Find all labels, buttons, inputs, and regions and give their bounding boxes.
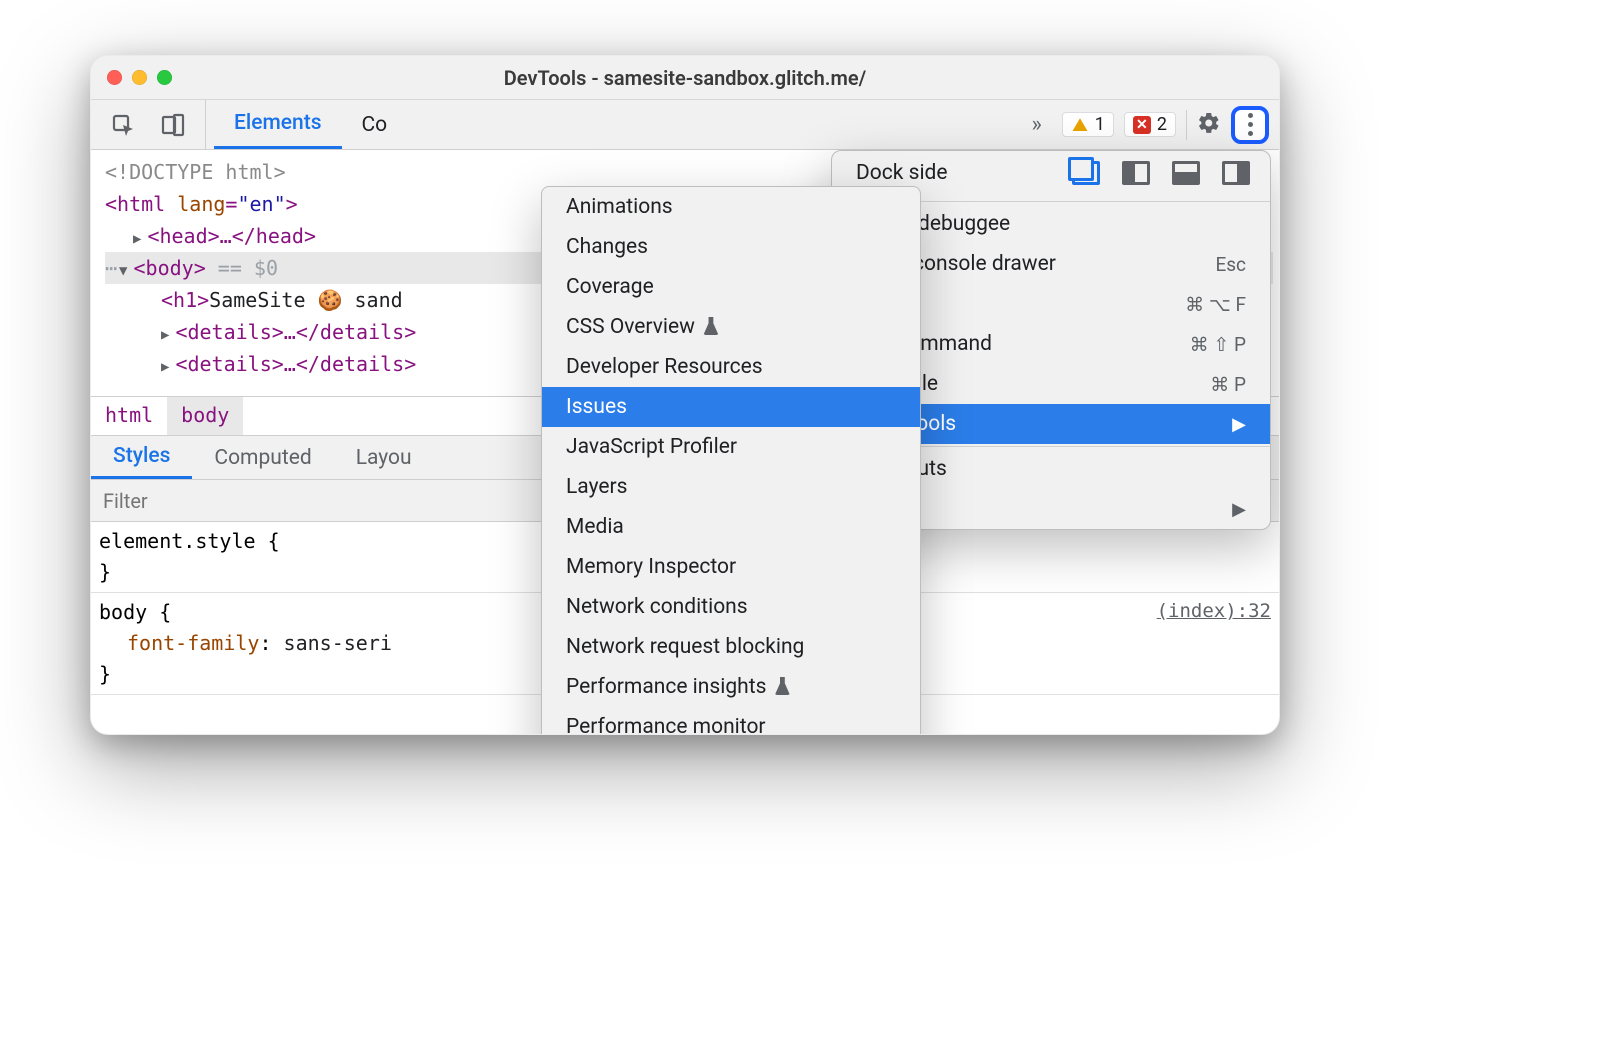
separator: [1186, 110, 1187, 140]
titlebar: DevTools - samesite-sandbox.glitch.me/: [91, 56, 1279, 100]
dom-details-2[interactable]: <details>…</details>: [175, 352, 416, 376]
inspect-element-icon[interactable]: [109, 111, 137, 139]
dom-h1-text: SameSite 🍪 sand: [209, 288, 402, 312]
submenu-item-coverage[interactable]: Coverage: [542, 267, 920, 307]
rule-source-link[interactable]: (index):32: [1157, 597, 1271, 626]
expand-details1-icon[interactable]: [161, 320, 175, 344]
device-toolbar-icon[interactable]: [159, 111, 187, 139]
error-icon: ✕: [1133, 116, 1151, 134]
submenu-item-network-request-blocking[interactable]: Network request blocking: [542, 627, 920, 667]
dock-left-button[interactable]: [1122, 161, 1150, 185]
submenu-arrow-icon: ▶: [1232, 414, 1246, 435]
warning-icon: [1071, 116, 1089, 134]
errors-count: 2: [1157, 114, 1167, 135]
submenu-item-memory-inspector[interactable]: Memory Inspector: [542, 547, 920, 587]
more-tools-submenu: AnimationsChangesCoverageCSS OverviewDev…: [541, 186, 921, 735]
dom-details-1[interactable]: <details>…</details>: [175, 320, 416, 344]
submenu-item-javascript-profiler[interactable]: JavaScript Profiler: [542, 427, 920, 467]
submenu-item-performance-insights[interactable]: Performance insights: [542, 667, 920, 707]
dom-head[interactable]: <head>…</head>: [147, 224, 316, 248]
settings-button[interactable]: [1197, 111, 1221, 139]
tab-console-truncated[interactable]: Co: [342, 100, 408, 149]
dock-side-label: Dock side: [856, 161, 948, 185]
crumb-body[interactable]: body: [167, 397, 243, 435]
tab-styles[interactable]: Styles: [91, 436, 192, 479]
submenu-arrow-icon: ▶: [1232, 499, 1246, 520]
submenu-item-network-conditions[interactable]: Network conditions: [542, 587, 920, 627]
submenu-item-layers[interactable]: Layers: [542, 467, 920, 507]
warnings-badge[interactable]: 1: [1062, 112, 1114, 137]
submenu-item-issues[interactable]: Issues: [542, 387, 920, 427]
submenu-item-media[interactable]: Media: [542, 507, 920, 547]
dock-undock-button[interactable]: [1072, 161, 1100, 185]
warnings-count: 1: [1095, 114, 1105, 135]
tab-layout-truncated[interactable]: Layou: [334, 436, 434, 479]
dock-right-button[interactable]: [1222, 161, 1250, 185]
crumb-html[interactable]: html: [91, 397, 167, 435]
submenu-item-developer-resources[interactable]: Developer Resources: [542, 347, 920, 387]
submenu-item-css-overview[interactable]: CSS Overview: [542, 307, 920, 347]
panel-tabs: Elements Co: [206, 100, 407, 149]
dock-bottom-button[interactable]: [1172, 161, 1200, 185]
more-options-button[interactable]: [1231, 106, 1269, 144]
close-window-button[interactable]: [107, 70, 122, 85]
submenu-item-performance-monitor[interactable]: Performance monitor: [542, 707, 920, 735]
main-toolbar: Elements Co » 1 ✕ 2: [91, 100, 1279, 150]
minimize-window-button[interactable]: [132, 70, 147, 85]
tabs-overflow-button[interactable]: »: [1021, 112, 1051, 137]
submenu-item-animations[interactable]: Animations: [542, 187, 920, 227]
dom-doctype: <!DOCTYPE html>: [105, 160, 286, 184]
window-title: DevTools - samesite-sandbox.glitch.me/: [91, 66, 1279, 90]
zoom-window-button[interactable]: [157, 70, 172, 85]
tab-elements[interactable]: Elements: [214, 100, 342, 149]
expand-details2-icon[interactable]: [161, 352, 175, 376]
submenu-item-changes[interactable]: Changes: [542, 227, 920, 267]
collapse-body-icon[interactable]: [119, 252, 133, 284]
tab-computed[interactable]: Computed: [192, 436, 333, 479]
errors-badge[interactable]: ✕ 2: [1124, 112, 1176, 137]
traffic-lights: [91, 70, 172, 85]
expand-head-icon[interactable]: [133, 224, 147, 248]
devtools-window: DevTools - samesite-sandbox.glitch.me/ E…: [90, 55, 1280, 735]
kebab-icon: [1248, 113, 1253, 136]
